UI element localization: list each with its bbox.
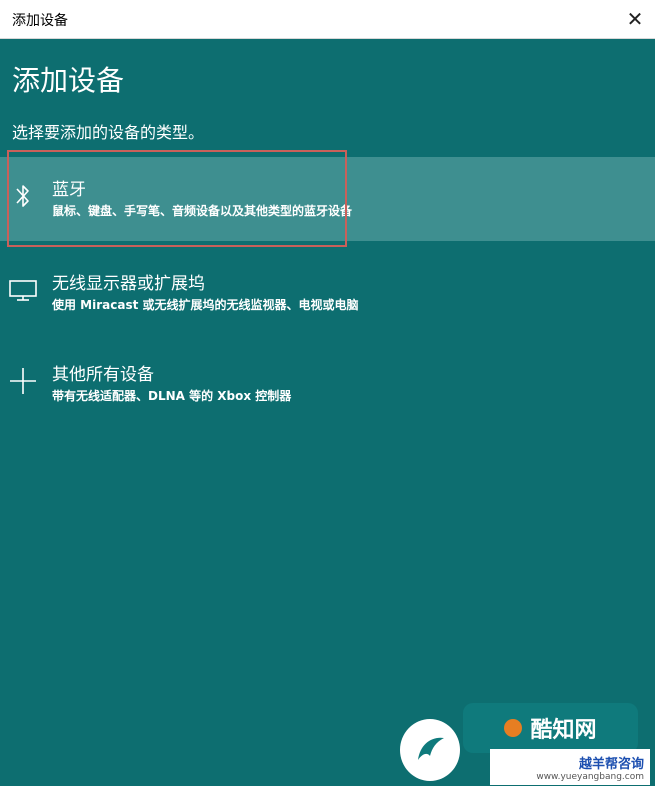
close-icon: ✕: [626, 7, 644, 31]
bluetooth-icon: [8, 181, 38, 211]
brand-dot-icon: [504, 719, 523, 737]
watermark-brand-text: 酷知网: [530, 718, 597, 743]
watermark-brand: 酷知网: [463, 703, 638, 753]
option-other-devices[interactable]: 其他所有设备 带有无线适配器、DLNA 等的 Xbox 控制器: [0, 342, 655, 426]
option-label: 蓝牙: [52, 180, 86, 200]
option-description: 带有无线适配器、DLNA 等的 Xbox 控制器: [52, 389, 292, 403]
title-bar: 添加设备 ✕: [0, 0, 655, 39]
option-label: 无线显示器或扩展坞: [52, 274, 205, 294]
plus-icon: [8, 366, 38, 396]
close-button[interactable]: ✕: [615, 0, 655, 38]
page-heading: 添加设备: [12, 64, 125, 97]
watermark-logo: [400, 719, 460, 781]
window-title: 添加设备: [12, 13, 68, 29]
watermark-site-url: www.yueyangbang.com: [536, 771, 644, 782]
option-description: 鼠标、键盘、手写笔、音频设备以及其他类型的蓝牙设备: [52, 204, 353, 218]
option-label: 其他所有设备: [52, 365, 154, 385]
watermark-site: 越羊帮咨询 www.yueyangbang.com: [490, 749, 650, 785]
watermark-site-name: 越羊帮咨询: [578, 756, 644, 772]
option-wireless-display[interactable]: 无线显示器或扩展坞 使用 Miracast 或无线扩展坞的无线监视器、电视或电脑: [0, 251, 655, 335]
add-device-panel: 添加设备 选择要添加的设备的类型。 蓝牙 鼠标、键盘、手写笔、音频设备以及其他类…: [0, 39, 655, 786]
option-bluetooth[interactable]: 蓝牙 鼠标、键盘、手写笔、音频设备以及其他类型的蓝牙设备: [0, 157, 655, 241]
page-subtitle: 选择要添加的设备的类型。: [12, 123, 205, 142]
option-description: 使用 Miracast 或无线扩展坞的无线监视器、电视或电脑: [52, 298, 359, 312]
monitor-icon: [8, 275, 38, 305]
